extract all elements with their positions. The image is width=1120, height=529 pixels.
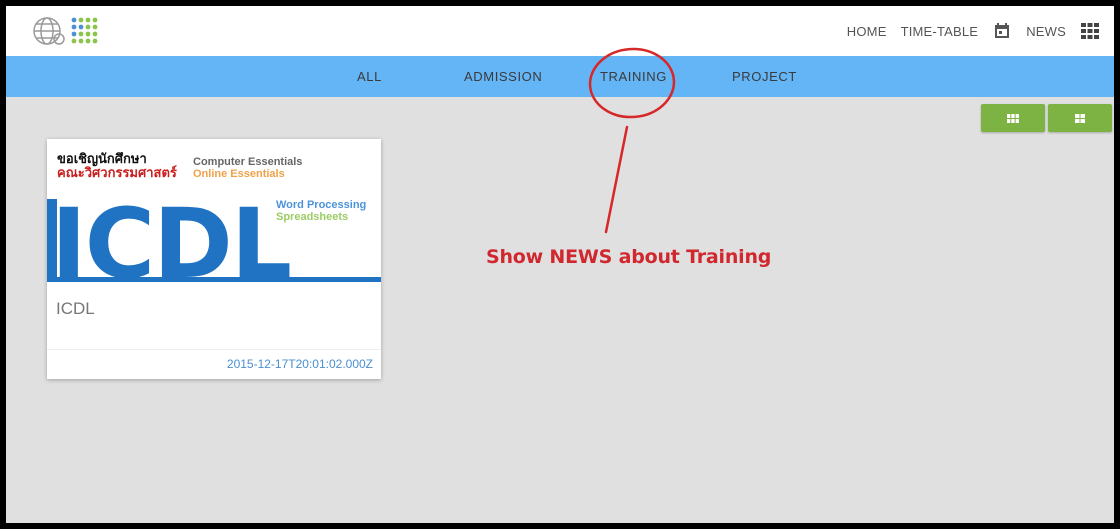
category-project[interactable]: PROJECT (732, 56, 797, 97)
image-brand-text: ICDL (51, 188, 290, 282)
category-all[interactable]: ALL (357, 56, 382, 97)
news-card-image[interactable]: ขอเชิญนักศึกษา คณะวิศวกรรมศาสตร์ Compute… (47, 139, 381, 282)
image-module-1: Computer Essentials (193, 156, 302, 168)
image-thai-line2: คณะวิศวกรรมศาสตร์ (57, 165, 177, 181)
app-frame: HOME TIME-TABLE NEWS ALL ADMISSION TRAIN… (6, 6, 1114, 523)
category-training[interactable]: TRAINING (600, 56, 667, 97)
image-thai-line1: ขอเชิญนักศึกษา (57, 151, 147, 167)
top-bar: HOME TIME-TABLE NEWS (6, 6, 1114, 56)
news-card[interactable]: ขอเชิญนักศึกษา คณะวิศวกรรมศาสตร์ Compute… (47, 139, 381, 379)
list-view-button[interactable] (1048, 104, 1112, 132)
nav-timetable-link[interactable]: TIME-TABLE (901, 24, 979, 39)
grid-icon[interactable] (1080, 21, 1100, 41)
top-nav: HOME TIME-TABLE NEWS (847, 6, 1100, 56)
list-view-icon (1075, 113, 1085, 123)
nav-news-link[interactable]: NEWS (1026, 24, 1066, 39)
calendar-icon[interactable] (992, 21, 1012, 41)
news-card-title[interactable]: ICDL (56, 299, 95, 319)
grid-view-icon (1007, 113, 1019, 123)
category-admission[interactable]: ADMISSION (464, 56, 542, 97)
annotation-text: Show NEWS about Training (486, 246, 772, 268)
globe-dots-logo[interactable] (30, 14, 120, 48)
category-bar: ALL ADMISSION TRAINING PROJECT (6, 56, 1114, 97)
nav-home-link[interactable]: HOME (847, 24, 887, 39)
image-module-2: Online Essentials (193, 168, 285, 180)
annotation-arrow (604, 125, 629, 234)
card-divider (47, 349, 381, 350)
news-card-date: 2015-12-17T20:01:02.000Z (226, 357, 373, 371)
grid-view-button[interactable] (981, 104, 1045, 132)
